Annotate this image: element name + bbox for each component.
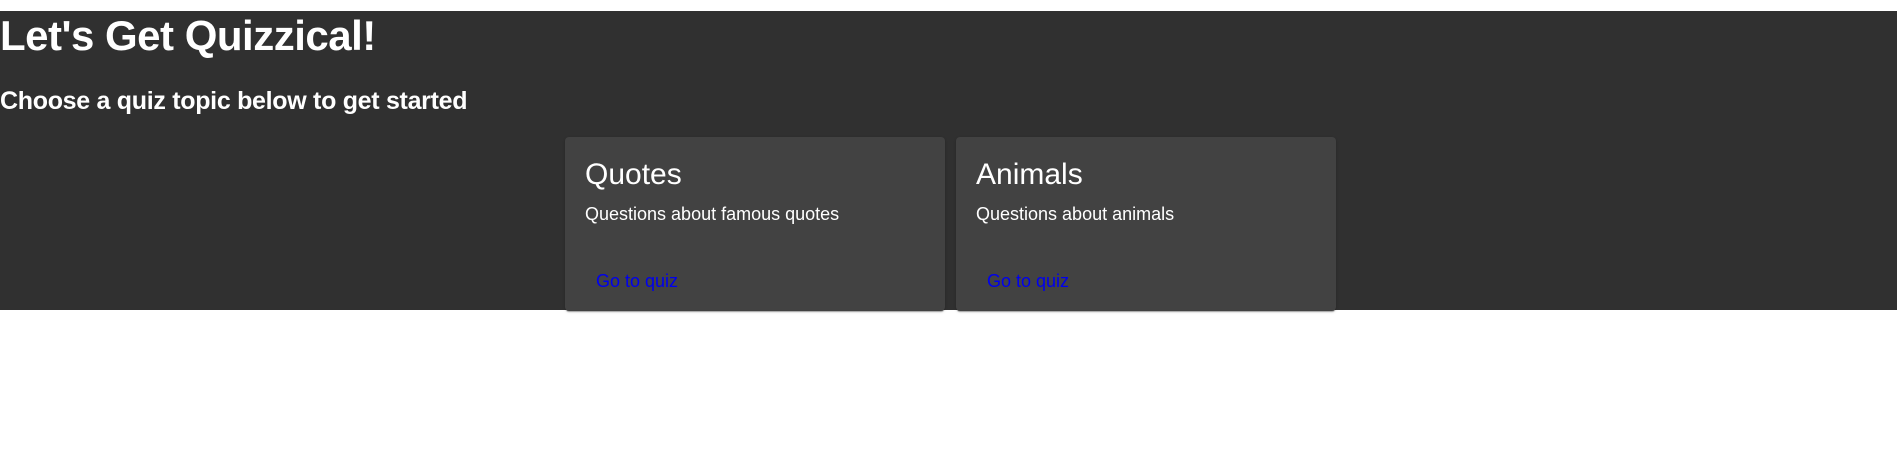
topic-card-description: Questions about famous quotes — [585, 204, 840, 224]
go-to-quiz-button-animals[interactable]: Go to quiz — [976, 263, 1080, 299]
hero-banner: Let's Get Quizzical! Choose a quiz topic… — [0, 11, 1897, 311]
page-subtitle: Choose a quiz topic below to get started — [0, 87, 468, 115]
topic-card-title: Animals — [976, 158, 1083, 191]
topic-card-quotes: Quotes Questions about famous quotes Go … — [565, 137, 945, 311]
topic-card-description: Questions about animals — [976, 204, 1175, 224]
topic-card-list: Quotes Questions about famous quotes Go … — [565, 137, 1336, 311]
go-to-quiz-button-quotes[interactable]: Go to quiz — [585, 263, 689, 299]
page-title: Let's Get Quizzical! — [0, 12, 376, 59]
topic-card-title: Quotes — [585, 158, 682, 191]
topic-card-animals: Animals Questions about animals Go to qu… — [956, 137, 1336, 311]
